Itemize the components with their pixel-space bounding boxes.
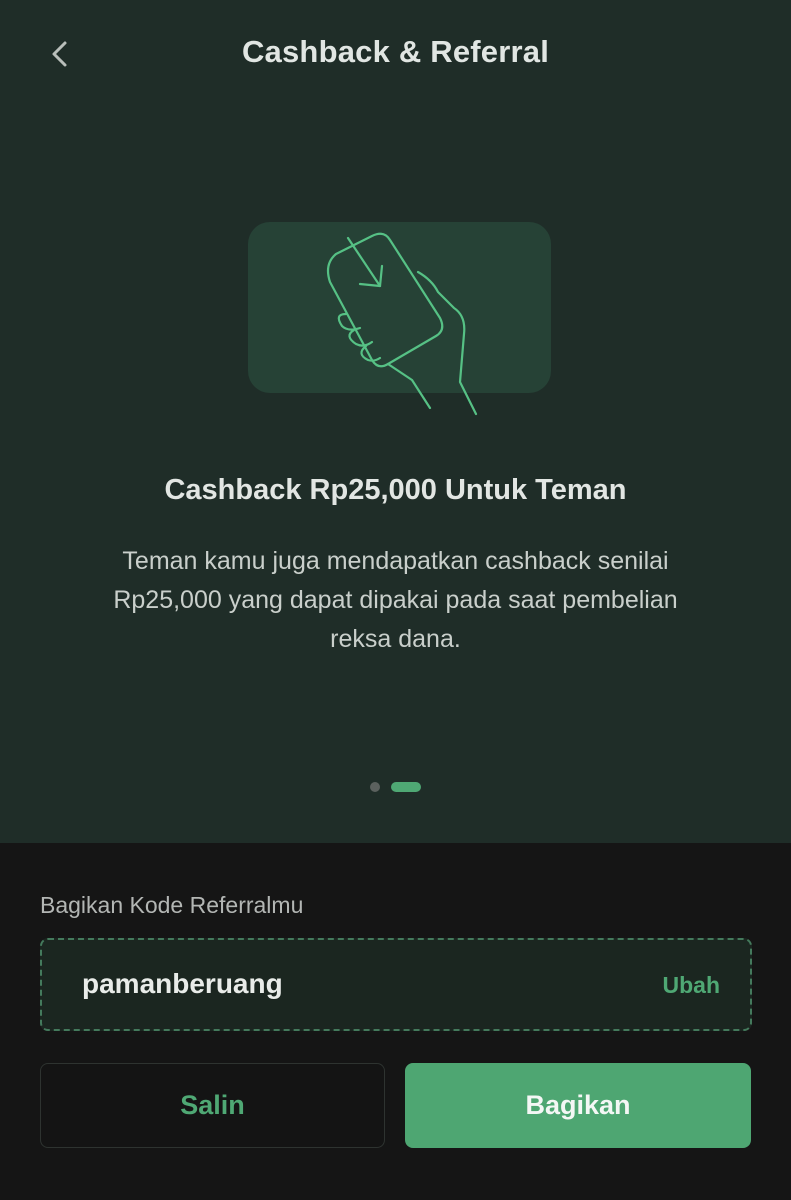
referral-code-box: pamanberuang Ubah (40, 938, 752, 1031)
carousel-dot-2-active[interactable] (391, 782, 421, 792)
share-button[interactable]: Bagikan (405, 1063, 751, 1148)
carousel-dot-1[interactable] (370, 782, 380, 792)
page-title: Cashback & Referral (241, 34, 550, 69)
slide-title: Cashback Rp25,000 Untuk Teman (164, 474, 627, 506)
change-code-button[interactable]: Ubah (663, 972, 721, 999)
carousel-section: Cashback & Referral Cashback Rp25,000 Un… (0, 0, 791, 843)
copy-button[interactable]: Salin (40, 1063, 385, 1148)
referral-label: Bagikan Kode Referralmu (40, 892, 304, 918)
top-bar: Cashback & Referral (0, 0, 791, 110)
slide-description: Teman kamu juga mendapatkan cashback sen… (113, 547, 678, 653)
referral-code: pamanberuang (82, 968, 283, 999)
hand-holding-phone-icon (326, 232, 478, 416)
carousel-pagination (0, 782, 791, 794)
